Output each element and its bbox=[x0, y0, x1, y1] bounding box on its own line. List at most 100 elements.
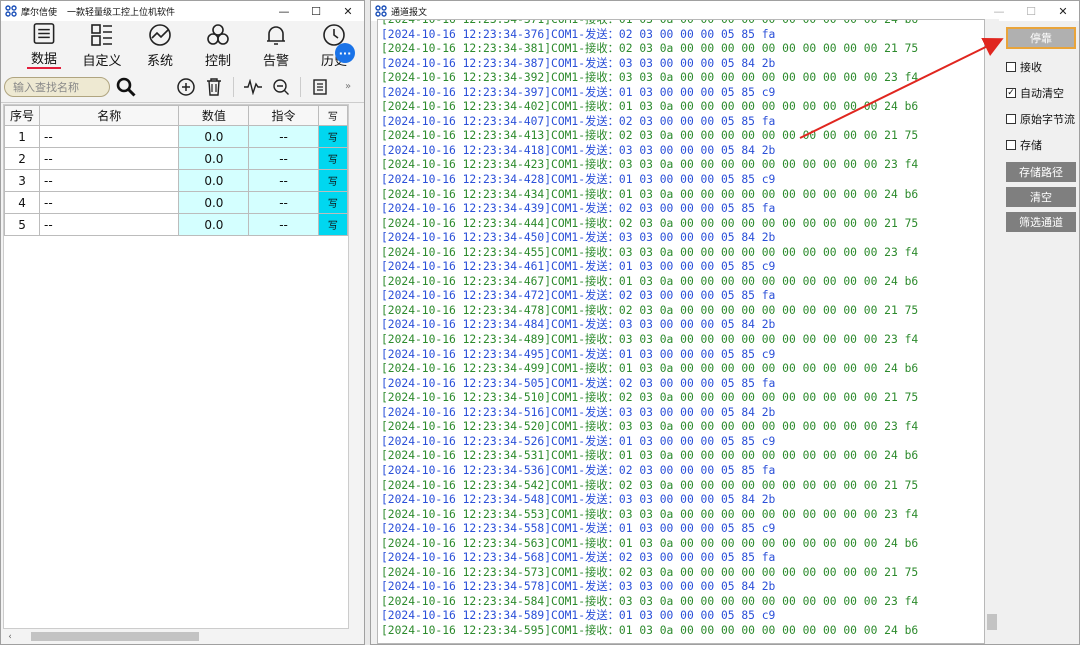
row-name[interactable]: -- bbox=[39, 125, 180, 148]
app-title: 摩尔信使 bbox=[21, 7, 58, 18]
row-write[interactable]: 写 bbox=[317, 147, 348, 170]
row-index[interactable]: 1 bbox=[4, 125, 41, 148]
search-input[interactable]: 输入查找名称 bbox=[4, 76, 110, 97]
log-line: [2024-10-16 12:23:34-558]COM1-发送：01 03 0… bbox=[381, 522, 776, 536]
row-index[interactable]: 3 bbox=[4, 169, 41, 192]
checkbox-label: 原始字节流 bbox=[1020, 113, 1075, 126]
zoom-out-icon[interactable] bbox=[269, 75, 293, 99]
data-table: 序号 名称 数值 指令 写 1 -- 0.0 -- 写 2 -- 0.0 -- 写 3 -- 0.0 --… bbox=[3, 104, 349, 629]
log-line: [2024-10-16 12:23:34-510]COM1-接收：02 03 0… bbox=[381, 391, 919, 405]
tab-history[interactable]: 历史 bbox=[305, 21, 363, 71]
row-index[interactable]: 5 bbox=[4, 213, 41, 236]
scrollbar-thumb[interactable] bbox=[987, 614, 997, 630]
log-line: [2024-10-16 12:23:34-573]COM1-接收：02 03 0… bbox=[381, 565, 919, 579]
log-vertical-scrollbar[interactable] bbox=[985, 19, 999, 644]
filter-channel-button[interactable]: 筛选通道 bbox=[1006, 212, 1076, 232]
message-window: 通道报文 — ☐ ✕ [2024-10-16 12:23:34-371]COM1… bbox=[370, 0, 1080, 645]
row-command[interactable]: -- bbox=[248, 147, 319, 170]
tab-data[interactable]: 数据 bbox=[15, 21, 73, 71]
checkbox-option[interactable]: ✓ 自动清空 bbox=[1006, 80, 1078, 106]
row-value[interactable]: 0.0 bbox=[178, 147, 250, 170]
stop-button[interactable]: 停靠 bbox=[1006, 27, 1076, 49]
maximize-button[interactable]: ☐ bbox=[300, 1, 332, 21]
checkbox-option[interactable]: 原始字节流 bbox=[1006, 106, 1078, 132]
search-icon[interactable] bbox=[114, 75, 138, 99]
col-header-index[interactable]: 序号 bbox=[4, 105, 41, 126]
table-row[interactable]: 3 -- 0.0 -- 写 bbox=[4, 169, 348, 192]
row-name[interactable]: -- bbox=[39, 147, 180, 170]
row-value[interactable]: 0.0 bbox=[178, 169, 250, 192]
scroll-left-icon[interactable]: ‹ bbox=[3, 632, 17, 642]
minimize-button[interactable]: — bbox=[983, 1, 1015, 21]
checkbox-option[interactable]: 存储 bbox=[1006, 132, 1078, 158]
col-header-value[interactable]: 数值 bbox=[178, 105, 250, 126]
tab-control[interactable]: 控制 bbox=[189, 21, 247, 71]
tab-alarm[interactable]: 告警 bbox=[247, 21, 305, 71]
table-row[interactable]: 5 -- 0.0 -- 写 bbox=[4, 213, 348, 236]
clear-button[interactable]: 清空 bbox=[1006, 187, 1076, 207]
log-line: [2024-10-16 12:23:34-489]COM1-接收：03 03 0… bbox=[381, 333, 919, 347]
checkbox-option[interactable]: 接收 bbox=[1006, 54, 1078, 80]
log-line: [2024-10-16 12:23:34-563]COM1-接收：01 03 0… bbox=[381, 536, 919, 550]
table-vertical-scrollbar[interactable] bbox=[349, 104, 363, 644]
maximize-button[interactable]: ☐ bbox=[1015, 1, 1047, 21]
col-header-write[interactable]: 写 bbox=[317, 105, 348, 126]
table-horizontal-scrollbar[interactable]: ‹ bbox=[3, 629, 349, 644]
checkbox-icon[interactable] bbox=[1006, 140, 1016, 150]
table-row[interactable]: 1 -- 0.0 -- 写 bbox=[4, 125, 348, 148]
table-row[interactable]: 4 -- 0.0 -- 写 bbox=[4, 191, 348, 214]
log-line: [2024-10-16 12:23:34-381]COM1-接收：02 03 0… bbox=[381, 42, 919, 56]
tab-label: 系统 bbox=[146, 54, 173, 69]
log-line: [2024-10-16 12:23:34-376]COM1-发送：02 03 0… bbox=[381, 27, 776, 41]
row-value[interactable]: 0.0 bbox=[178, 125, 250, 148]
log-line: [2024-10-16 12:23:34-536]COM1-发送：02 03 0… bbox=[381, 463, 776, 477]
row-write[interactable]: 写 bbox=[317, 213, 348, 236]
more-menu-button[interactable]: ··· bbox=[335, 43, 355, 63]
row-write[interactable]: 写 bbox=[317, 125, 348, 148]
checkbox-label: 自动清空 bbox=[1020, 87, 1064, 100]
log-line: [2024-10-16 12:23:34-461]COM1-发送：01 03 0… bbox=[381, 260, 776, 274]
waveform-icon[interactable] bbox=[241, 75, 265, 99]
row-name[interactable]: -- bbox=[39, 169, 180, 192]
row-value[interactable]: 0.0 bbox=[178, 213, 250, 236]
log-line: [2024-10-16 12:23:34-387]COM1-发送：03 03 0… bbox=[381, 56, 776, 70]
log-line: [2024-10-16 12:23:34-495]COM1-发送：01 03 0… bbox=[381, 347, 776, 361]
log-line: [2024-10-16 12:23:34-455]COM1-接收：03 03 0… bbox=[381, 245, 919, 259]
row-command[interactable]: -- bbox=[248, 125, 319, 148]
row-index[interactable]: 2 bbox=[4, 147, 41, 170]
store-path-button[interactable]: 存储路径 bbox=[1006, 162, 1076, 182]
row-write[interactable]: 写 bbox=[317, 169, 348, 192]
row-command[interactable]: -- bbox=[248, 213, 319, 236]
row-index[interactable]: 4 bbox=[4, 191, 41, 214]
message-log[interactable]: [2024-10-16 12:23:34-371]COM1-接收：01 03 0… bbox=[377, 19, 985, 644]
log-line: [2024-10-16 12:23:34-484]COM1-发送：03 03 0… bbox=[381, 318, 776, 332]
row-command[interactable]: -- bbox=[248, 169, 319, 192]
table-row[interactable]: 2 -- 0.0 -- 写 bbox=[4, 147, 348, 170]
tab-system[interactable]: 系统 bbox=[131, 21, 189, 71]
log-line: [2024-10-16 12:23:34-444]COM1-接收：02 03 0… bbox=[381, 216, 919, 230]
close-button[interactable]: ✕ bbox=[332, 1, 364, 21]
scrollbar-thumb[interactable] bbox=[31, 632, 199, 641]
row-name[interactable]: -- bbox=[39, 213, 180, 236]
log-line: [2024-10-16 12:23:34-428]COM1-发送：01 03 0… bbox=[381, 173, 776, 187]
tab-custom[interactable]: 自定义 bbox=[73, 21, 131, 71]
log-line: [2024-10-16 12:23:34-542]COM1-接收：02 03 0… bbox=[381, 478, 919, 492]
control-icon bbox=[207, 24, 229, 45]
row-write[interactable]: 写 bbox=[317, 191, 348, 214]
log-line: [2024-10-16 12:23:34-520]COM1-接收：03 03 0… bbox=[381, 420, 919, 434]
row-command[interactable]: -- bbox=[248, 191, 319, 214]
row-value[interactable]: 0.0 bbox=[178, 191, 250, 214]
col-header-name[interactable]: 名称 bbox=[39, 105, 180, 126]
checkbox-checked-icon[interactable]: ✓ bbox=[1006, 88, 1016, 98]
minimize-button[interactable]: — bbox=[268, 1, 300, 21]
checkbox-icon[interactable] bbox=[1006, 114, 1016, 124]
delete-icon[interactable] bbox=[202, 75, 226, 99]
close-button[interactable]: ✕ bbox=[1047, 1, 1079, 21]
checkbox-icon[interactable] bbox=[1006, 62, 1016, 72]
expand-icon[interactable]: » bbox=[336, 75, 360, 99]
row-name[interactable]: -- bbox=[39, 191, 180, 214]
add-icon[interactable] bbox=[174, 75, 198, 99]
message-window-title: 通道报文 bbox=[391, 7, 428, 18]
col-header-command[interactable]: 指令 bbox=[248, 105, 319, 126]
document-icon[interactable] bbox=[308, 75, 332, 99]
